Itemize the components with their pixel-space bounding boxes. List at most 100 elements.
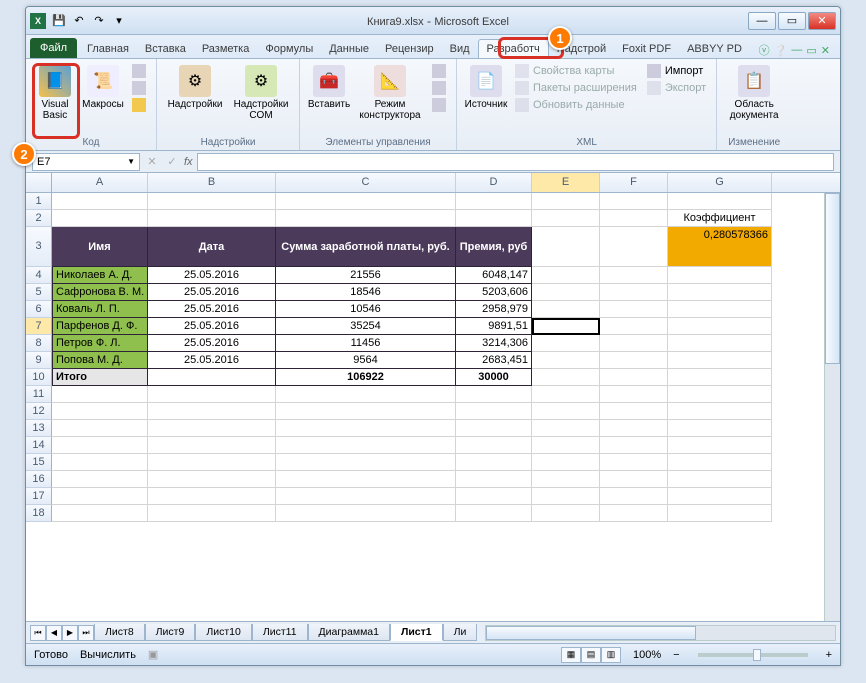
undo-icon[interactable]: ↶	[70, 12, 88, 30]
xml-export-button[interactable]: Экспорт	[643, 80, 710, 96]
row-header-18[interactable]: 18	[26, 505, 52, 522]
row-header-1[interactable]: 1	[26, 193, 52, 210]
zoom-slider[interactable]	[698, 653, 808, 657]
tab-file[interactable]: Файл	[30, 38, 77, 58]
sheet-nav-last[interactable]: ⏭	[78, 625, 94, 641]
tab-view[interactable]: Вид	[442, 40, 478, 58]
zoom-in-button[interactable]: +	[826, 649, 832, 661]
xml-import-button[interactable]: Импорт	[643, 63, 710, 79]
sheet-tab[interactable]: Лист8	[94, 624, 145, 641]
mdi-min-icon[interactable]: —	[791, 44, 802, 56]
col-header-E[interactable]: E	[532, 173, 600, 192]
sheet-tab[interactable]: Лист10	[195, 624, 252, 641]
tab-layout[interactable]: Разметка	[194, 40, 258, 58]
col-header-B[interactable]: B	[148, 173, 276, 192]
sheet-tab[interactable]: Лист9	[145, 624, 196, 641]
name-box-dropdown-icon[interactable]: ▼	[127, 157, 135, 166]
tab-developer[interactable]: Разработч	[478, 39, 549, 58]
select-all-corner[interactable]	[26, 173, 52, 192]
table-header-name[interactable]: Имя	[52, 227, 148, 267]
row-header-9[interactable]: 9	[26, 352, 52, 369]
sheet-nav-first[interactable]: ⏮	[30, 625, 46, 641]
cell-koef-label[interactable]: Коэффициент	[668, 210, 772, 227]
table-header-salary[interactable]: Сумма заработной платы, руб.	[276, 227, 456, 267]
tab-home[interactable]: Главная	[79, 40, 137, 58]
vscroll-thumb[interactable]	[825, 193, 840, 364]
cell-name[interactable]: Попова М. Д.	[52, 352, 148, 369]
view-page-layout-button[interactable]: ▤	[581, 647, 601, 663]
zoom-out-button[interactable]: −	[673, 649, 679, 661]
mdi-close-icon[interactable]: ✕	[821, 44, 830, 57]
zoom-slider-thumb[interactable]	[753, 649, 761, 661]
mdi-restore-icon[interactable]: ▭	[806, 44, 816, 57]
row-header-11[interactable]: 11	[26, 386, 52, 403]
tab-foxit[interactable]: Foxit PDF	[614, 40, 679, 58]
formula-input[interactable]	[197, 153, 834, 171]
sheet-tab[interactable]: Лист11	[252, 624, 308, 641]
view-code-button[interactable]	[428, 80, 450, 96]
row-header-6[interactable]: 6	[26, 301, 52, 318]
row-header-5[interactable]: 5	[26, 284, 52, 301]
row-header-12[interactable]: 12	[26, 403, 52, 420]
cell-name[interactable]: Коваль Л. П.	[52, 301, 148, 318]
table-header-date[interactable]: Дата	[148, 227, 276, 267]
document-panel-button[interactable]: 📋 Область документа	[723, 63, 785, 123]
sheet-tab[interactable]: Диаграмма1	[308, 624, 390, 641]
com-addins-button[interactable]: ⚙ Надстройки COM	[229, 63, 293, 123]
xml-refresh-button[interactable]: Обновить данные	[511, 97, 641, 113]
accept-formula-icon[interactable]: ✓	[164, 155, 180, 168]
col-header-C[interactable]: C	[276, 173, 456, 192]
control-properties-button[interactable]	[428, 63, 450, 79]
tab-data[interactable]: Данные	[321, 40, 377, 58]
run-dialog-button[interactable]	[428, 97, 450, 113]
row-header-4[interactable]: 4	[26, 267, 52, 284]
view-normal-button[interactable]: ▦	[561, 647, 581, 663]
hscroll-thumb[interactable]	[486, 626, 695, 640]
cell-total-label[interactable]: Итого	[52, 369, 148, 386]
addins-button[interactable]: ⚙ Надстройки	[163, 63, 227, 112]
row-header-8[interactable]: 8	[26, 335, 52, 352]
sheet-nav-prev[interactable]: ◀	[46, 625, 62, 641]
close-button[interactable]: ✕	[808, 12, 836, 30]
cell-name[interactable]: Парфенов Д. Ф.	[52, 318, 148, 335]
vertical-scrollbar[interactable]	[824, 193, 840, 621]
row-header-13[interactable]: 13	[26, 420, 52, 437]
xml-expansion-packs-button[interactable]: Пакеты расширения	[511, 80, 641, 96]
row-header-10[interactable]: 10	[26, 369, 52, 386]
xml-map-properties-button[interactable]: Свойства карты	[511, 63, 641, 79]
row-header-15[interactable]: 15	[26, 454, 52, 471]
table-header-bonus[interactable]: Премия, руб	[456, 227, 532, 267]
save-icon[interactable]: 💾	[50, 12, 68, 30]
col-header-D[interactable]: D	[456, 173, 532, 192]
zoom-level[interactable]: 100%	[633, 649, 661, 661]
name-box[interactable]: E7 ▼	[32, 153, 140, 171]
tab-formulas[interactable]: Формулы	[257, 40, 321, 58]
cell-name[interactable]: Сафронова В. М.	[52, 284, 148, 301]
macro-security-button[interactable]	[128, 97, 150, 113]
macro-record-icon[interactable]: ▣	[148, 648, 158, 661]
tab-review[interactable]: Рецензир	[377, 40, 442, 58]
col-header-G[interactable]: G	[668, 173, 772, 192]
maximize-button[interactable]: ▭	[778, 12, 806, 30]
design-mode-button[interactable]: 📐 Режим конструктора	[354, 63, 426, 123]
xml-source-button[interactable]: 📄 Источник	[463, 63, 509, 112]
visual-basic-button[interactable]: 📘 Visual Basic	[32, 63, 78, 123]
row-header-7[interactable]: 7	[26, 318, 52, 335]
tab-insert[interactable]: Вставка	[137, 40, 194, 58]
cell-name[interactable]: Николаев А. Д.	[52, 267, 148, 284]
qat-dropdown-icon[interactable]: ▾	[110, 12, 128, 30]
active-cell-E7[interactable]	[532, 318, 600, 335]
cell-name[interactable]: Петров Ф. Л.	[52, 335, 148, 352]
sheet-nav-next[interactable]: ▶	[62, 625, 78, 641]
redo-icon[interactable]: ↷	[90, 12, 108, 30]
minimize-button[interactable]: —	[748, 12, 776, 30]
macros-button[interactable]: 📜 Макросы	[80, 63, 126, 112]
help-icon[interactable]: ❔	[774, 44, 788, 57]
sheet-tab[interactable]: Ли	[443, 624, 478, 641]
record-macro-button[interactable]	[128, 63, 150, 79]
cancel-formula-icon[interactable]: ✕	[144, 155, 160, 168]
row-header-17[interactable]: 17	[26, 488, 52, 505]
row-header-14[interactable]: 14	[26, 437, 52, 454]
col-header-F[interactable]: F	[600, 173, 668, 192]
cell-koef-value[interactable]: 0,280578366	[668, 227, 772, 267]
